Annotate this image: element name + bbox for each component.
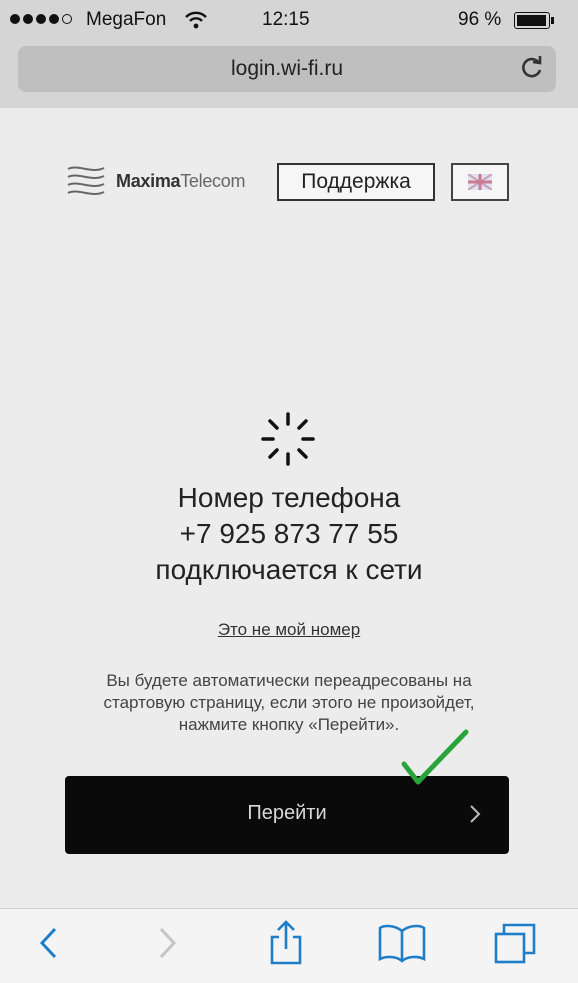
bookmarks-icon[interactable] <box>378 923 426 968</box>
reload-icon[interactable] <box>518 54 546 87</box>
page-content: MaximaTelecom Поддержка Номер телефона +… <box>0 108 578 908</box>
back-icon[interactable] <box>36 925 60 966</box>
battery-icon <box>514 12 554 29</box>
chevron-right-icon <box>469 804 481 829</box>
support-button[interactable]: Поддержка <box>277 163 435 201</box>
maxima-telecom-logo: MaximaTelecom <box>66 163 245 199</box>
not-my-number-link[interactable]: Это не мой номер <box>0 620 578 640</box>
logo-text-bold: Maxima <box>116 170 181 191</box>
tabs-icon[interactable] <box>492 921 540 970</box>
phone-status-message: Номер телефона +7 925 873 77 55 подключа… <box>0 480 578 588</box>
uk-flag-icon <box>468 174 492 190</box>
browser-header: login.wi-fi.ru <box>0 42 578 108</box>
wifi-icon <box>184 10 208 36</box>
checkmark-icon <box>400 726 472 793</box>
phone-label: Номер телефона <box>177 482 401 513</box>
logo-waves-icon <box>67 166 105 195</box>
battery-percentage: 96 % <box>458 9 502 30</box>
go-button-label: Перейти <box>247 802 327 824</box>
clock: 12:15 <box>262 9 310 30</box>
browser-toolbar <box>0 908 578 983</box>
loading-spinner-icon <box>257 408 319 475</box>
share-icon[interactable] <box>266 919 306 972</box>
signal-strength-icon <box>10 14 72 24</box>
status-bar: MegaFon 12:15 96 % <box>0 0 578 42</box>
forward-icon[interactable] <box>156 925 180 966</box>
logo-text-light: Telecom <box>180 170 246 191</box>
carrier-name: MegaFon <box>86 9 167 30</box>
url-text: login.wi-fi.ru <box>230 57 344 80</box>
language-button[interactable] <box>451 163 509 201</box>
phone-number: +7 925 873 77 55 <box>179 518 399 549</box>
address-bar[interactable]: login.wi-fi.ru <box>18 46 556 92</box>
connecting-text: подключается к сети <box>155 554 423 585</box>
logo-text: MaximaTelecom <box>116 171 245 192</box>
